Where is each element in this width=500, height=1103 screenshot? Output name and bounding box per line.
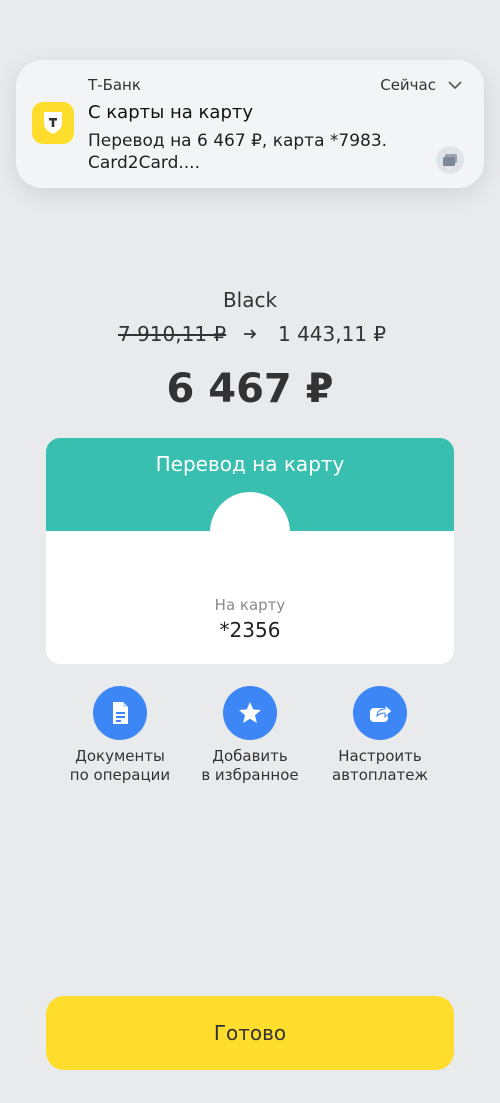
transfer-amount: 6 467 ₽ — [166, 366, 334, 412]
operation-result-screen: Т-Банк Сейчас С карты на карту Перевод н… — [0, 0, 500, 1103]
autopay-button[interactable]: Настроить автоплатеж — [310, 686, 450, 785]
notification-app-name: Т-Банк — [88, 76, 141, 94]
star-icon[interactable] — [223, 686, 277, 740]
autopay-icon[interactable] — [353, 686, 407, 740]
card-name: Black — [222, 288, 278, 312]
chevron-down-icon[interactable] — [448, 80, 462, 90]
documents-label-line1: Документы — [75, 747, 165, 765]
recipient-avatar — [210, 492, 290, 572]
old-balance: 7 910,11 ₽ — [118, 322, 227, 346]
add-favorite-label-line1: Добавить — [212, 747, 288, 765]
add-favorite-label: Добавить в избранное — [180, 747, 320, 785]
done-button[interactable]: Готово — [46, 996, 454, 1070]
recipient-card-number: *2356 — [219, 618, 281, 642]
message-icon — [436, 146, 464, 174]
notification-title: С карты на карту — [88, 102, 254, 123]
transfer-card: Перевод на карту На карту *2356 — [46, 438, 454, 664]
autopay-label-line1: Настроить — [338, 747, 422, 765]
add-favorite-button[interactable]: Добавить в избранное — [180, 686, 320, 785]
notification-body: Перевод на 6 467 ₽, карта *7983. Card2Ca… — [88, 131, 388, 173]
document-icon[interactable] — [93, 686, 147, 740]
new-balance: 1 443,11 ₽ — [278, 322, 387, 346]
add-favorite-label-line2: в избранное — [201, 766, 299, 784]
tbank-app-icon — [32, 102, 74, 144]
arrow-right-icon — [244, 329, 257, 339]
recipient-label: На карту — [214, 596, 286, 614]
notification-time: Сейчас — [380, 76, 436, 94]
operation-actions: Документы по операции Добавить в избранн… — [0, 686, 500, 796]
autopay-label: Настроить автоплатеж — [310, 747, 450, 785]
documents-label: Документы по операции — [50, 747, 190, 785]
documents-label-line2: по операции — [69, 766, 171, 784]
transfer-title: Перевод на карту — [155, 452, 345, 476]
push-notification[interactable]: Т-Банк Сейчас С карты на карту Перевод н… — [16, 60, 484, 188]
balance-change: 7 910,11 ₽ 1 443,11 ₽ — [0, 322, 500, 348]
documents-button[interactable]: Документы по операции — [50, 686, 190, 785]
autopay-label-line2: автоплатеж — [331, 766, 428, 784]
